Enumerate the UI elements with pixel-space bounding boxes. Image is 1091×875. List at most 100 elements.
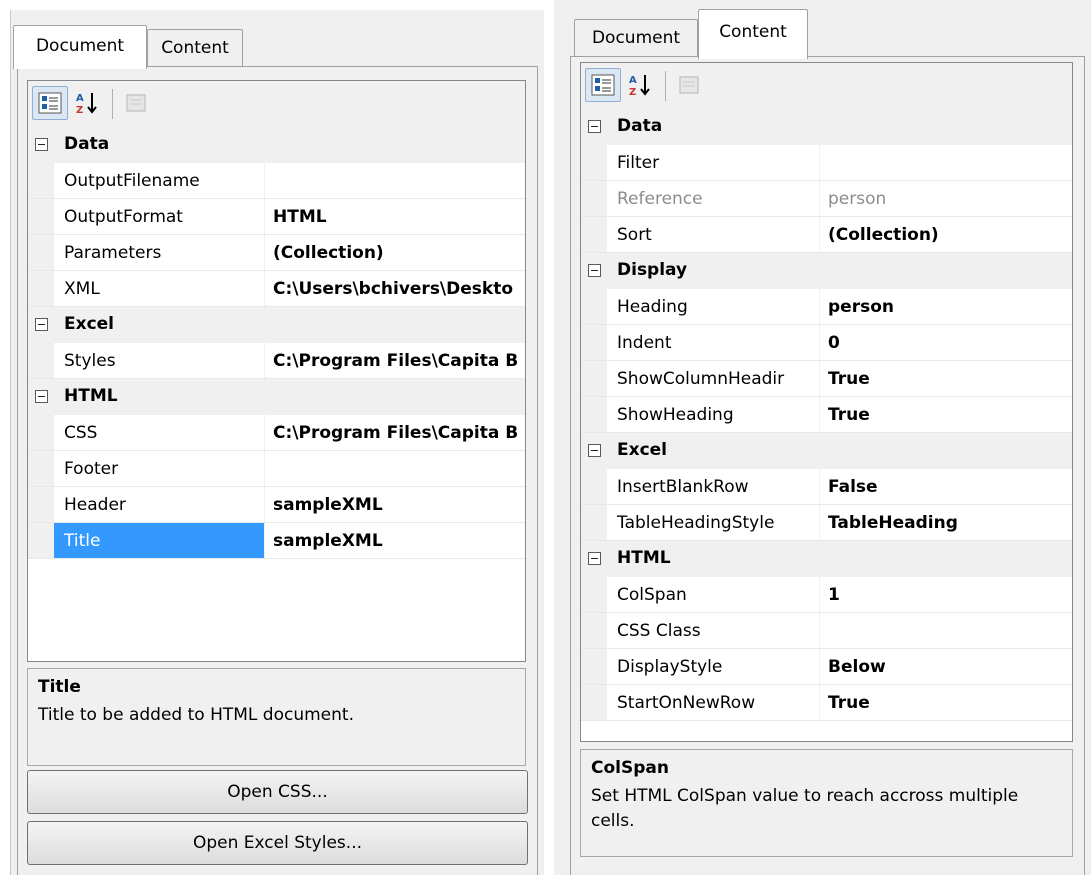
- property-row[interactable]: InsertBlankRow False: [581, 469, 1072, 505]
- property-value[interactable]: 1: [820, 577, 1072, 612]
- categorized-button[interactable]: [32, 86, 68, 120]
- property-value[interactable]: C:\Users\bchivers\Deskto: [265, 271, 525, 306]
- category-label: Excel: [64, 314, 115, 334]
- property-name[interactable]: OutputFilename: [54, 163, 264, 198]
- row-margin: [28, 451, 54, 486]
- alphabetical-button[interactable]: A Z: [623, 68, 659, 102]
- property-row[interactable]: StartOnNewRow True: [581, 685, 1072, 721]
- property-row[interactable]: CSS C:\Program Files\Capita B: [28, 415, 525, 451]
- property-value[interactable]: HTML: [265, 199, 525, 234]
- property-row[interactable]: Filter: [581, 145, 1072, 181]
- open-css-button[interactable]: Open CSS...: [27, 770, 528, 814]
- tab-content[interactable]: Content: [147, 29, 243, 67]
- property-row[interactable]: OutputFormat HTML: [28, 199, 525, 235]
- property-name[interactable]: Sort: [607, 217, 819, 252]
- property-row[interactable]: ColSpan 1: [581, 577, 1072, 613]
- property-name[interactable]: Reference: [607, 181, 819, 216]
- category-data[interactable]: Data: [28, 127, 525, 163]
- property-row[interactable]: Sort (Collection): [581, 217, 1072, 253]
- collapse-icon[interactable]: [35, 318, 48, 331]
- tab-document[interactable]: Document: [13, 25, 147, 69]
- property-row[interactable]: Heading person: [581, 289, 1072, 325]
- row-margin: [28, 163, 54, 198]
- category-data[interactable]: Data: [581, 109, 1072, 145]
- collapse-icon[interactable]: [588, 264, 601, 277]
- collapse-icon[interactable]: [588, 552, 601, 565]
- property-row[interactable]: OutputFilename: [28, 163, 525, 199]
- property-pages-button[interactable]: [118, 86, 154, 120]
- property-name[interactable]: ShowColumnHeadir: [607, 361, 819, 396]
- collapse-icon[interactable]: [588, 120, 601, 133]
- property-value[interactable]: True: [820, 685, 1072, 720]
- property-value[interactable]: (Collection): [265, 235, 525, 270]
- row-margin: [581, 181, 607, 216]
- property-row[interactable]: XML C:\Users\bchivers\Deskto: [28, 271, 525, 307]
- category-display[interactable]: Display: [581, 253, 1072, 289]
- property-pages-button[interactable]: [671, 68, 707, 102]
- property-row[interactable]: Parameters (Collection): [28, 235, 525, 271]
- svg-text:Z: Z: [629, 87, 636, 98]
- property-row[interactable]: Styles C:\Program Files\Capita B: [28, 343, 525, 379]
- collapse-icon[interactable]: [588, 444, 601, 457]
- tab-document[interactable]: Document: [574, 19, 698, 57]
- property-name[interactable]: Parameters: [54, 235, 264, 270]
- alphabetical-button[interactable]: A Z: [70, 86, 106, 120]
- property-name[interactable]: Title: [54, 523, 264, 558]
- property-value[interactable]: [265, 451, 525, 486]
- description-text: Set HTML ColSpan value to reach accross …: [591, 786, 1019, 831]
- category-label: Display: [617, 260, 688, 280]
- property-row[interactable]: DisplayStyle Below: [581, 649, 1072, 685]
- property-name[interactable]: Filter: [607, 145, 819, 180]
- property-name[interactable]: Indent: [607, 325, 819, 360]
- collapse-icon[interactable]: [35, 390, 48, 403]
- property-value[interactable]: person: [820, 181, 1072, 216]
- property-value[interactable]: C:\Program Files\Capita B: [265, 415, 525, 450]
- property-row[interactable]: Header sampleXML: [28, 487, 525, 523]
- property-grid-toolbar: A Z: [28, 81, 525, 127]
- property-name[interactable]: ColSpan: [607, 577, 819, 612]
- property-value[interactable]: C:\Program Files\Capita B: [265, 343, 525, 378]
- property-value[interactable]: sampleXML: [265, 523, 525, 558]
- property-row[interactable]: TableHeadingStyle TableHeading: [581, 505, 1072, 541]
- property-name[interactable]: StartOnNewRow: [607, 685, 819, 720]
- property-value[interactable]: False: [820, 469, 1072, 504]
- category-excel[interactable]: Excel: [28, 307, 525, 343]
- property-row[interactable]: Footer: [28, 451, 525, 487]
- property-value[interactable]: 0: [820, 325, 1072, 360]
- category-excel[interactable]: Excel: [581, 433, 1072, 469]
- property-name[interactable]: InsertBlankRow: [607, 469, 819, 504]
- category-html[interactable]: HTML: [581, 541, 1072, 577]
- property-row[interactable]: CSS Class: [581, 613, 1072, 649]
- property-value[interactable]: True: [820, 397, 1072, 432]
- property-value[interactable]: Below: [820, 649, 1072, 684]
- property-row[interactable]: Indent 0: [581, 325, 1072, 361]
- property-value[interactable]: [820, 613, 1072, 648]
- categorized-button[interactable]: [585, 68, 621, 102]
- category-html[interactable]: HTML: [28, 379, 525, 415]
- property-name[interactable]: DisplayStyle: [607, 649, 819, 684]
- property-name[interactable]: OutputFormat: [54, 199, 264, 234]
- property-value[interactable]: True: [820, 361, 1072, 396]
- property-name[interactable]: XML: [54, 271, 264, 306]
- property-name[interactable]: Heading: [607, 289, 819, 324]
- property-name[interactable]: Header: [54, 487, 264, 522]
- property-name[interactable]: ShowHeading: [607, 397, 819, 432]
- property-name[interactable]: TableHeadingStyle: [607, 505, 819, 540]
- property-value[interactable]: TableHeading: [820, 505, 1072, 540]
- property-row[interactable]: ShowColumnHeadir True: [581, 361, 1072, 397]
- property-name[interactable]: Styles: [54, 343, 264, 378]
- tab-content[interactable]: Content: [698, 9, 808, 59]
- property-name[interactable]: CSS Class: [607, 613, 819, 648]
- property-value[interactable]: (Collection): [820, 217, 1072, 252]
- property-row[interactable]: Reference person: [581, 181, 1072, 217]
- property-value[interactable]: sampleXML: [265, 487, 525, 522]
- property-value[interactable]: person: [820, 289, 1072, 324]
- property-row[interactable]: Title sampleXML: [28, 523, 525, 559]
- property-name[interactable]: Footer: [54, 451, 264, 486]
- open-excel-styles-button[interactable]: Open Excel Styles...: [27, 821, 528, 865]
- property-row[interactable]: ShowHeading True: [581, 397, 1072, 433]
- property-value[interactable]: [820, 145, 1072, 180]
- collapse-icon[interactable]: [35, 138, 48, 151]
- property-value[interactable]: [265, 163, 525, 198]
- property-name[interactable]: CSS: [54, 415, 264, 450]
